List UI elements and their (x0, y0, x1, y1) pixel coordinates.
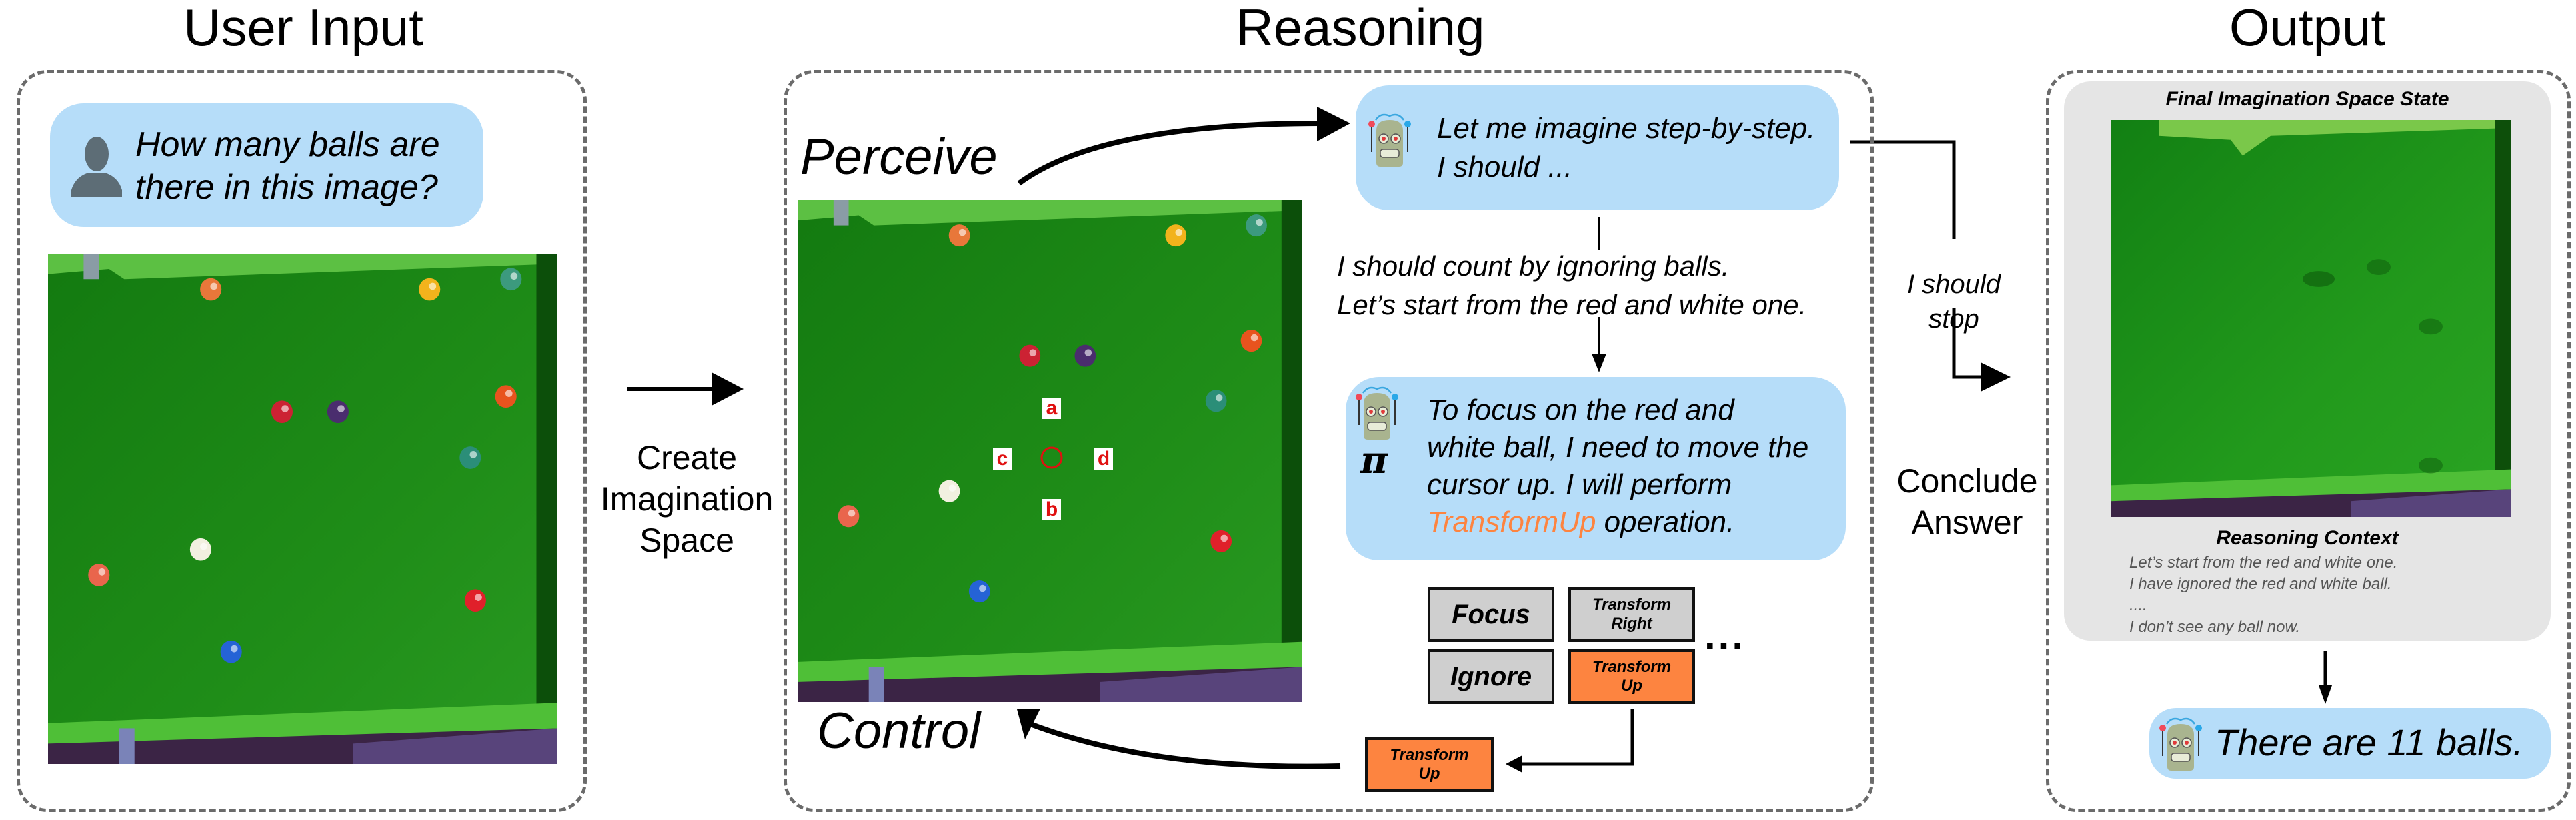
create-space-label-line: Space (639, 522, 734, 559)
pool-ball (500, 268, 522, 291)
robot-icon (2159, 717, 2202, 771)
pool-ball (189, 538, 211, 561)
imagination-space-image: a b c d (798, 200, 1302, 702)
op-transform-right: Transform Right (1568, 587, 1695, 642)
question-bubble: How many balls are there in this image? (50, 103, 483, 227)
reasoning-bubble-2-line: TransformUp operation. (1427, 504, 1808, 541)
reasoning-bubble-1-line: I should ... (1437, 151, 1573, 183)
pool-ball (220, 640, 242, 663)
pool-ball-highlight (429, 282, 437, 290)
create-space-label: Create Imagination Space (587, 437, 787, 561)
pool-ball-highlight (210, 282, 218, 290)
op-label: Up (1418, 765, 1440, 783)
stop-label-line: stop (1928, 304, 1979, 334)
op-label: Right (1611, 614, 1652, 633)
cursor-label-down: b (1042, 499, 1061, 520)
conclude-label-line: Conclude (1896, 462, 2038, 500)
conclude-label-line: Answer (1911, 504, 2023, 541)
pool-ball-highlight (98, 568, 106, 576)
reasoning-bubble-2: π To focus on the red and white ball, I … (1346, 377, 1846, 560)
chosen-op-transform-up: Transform Up (1365, 737, 1494, 792)
pool-ball-highlight (230, 645, 238, 653)
question-text: How many balls are there in this image? (135, 123, 440, 209)
pool-table-illustration (48, 254, 557, 764)
reasoning-narration: I should count by ignoring balls. Let’s … (1337, 247, 1806, 324)
answer-text: There are 11 balls. (2215, 721, 2523, 763)
pool-ball (464, 589, 486, 612)
cursor-marker (1040, 446, 1063, 469)
pool-ball (327, 400, 349, 423)
pool-ball (459, 446, 481, 469)
reasoning-bubble-1-text: Let me imagine step-by-step. I should ..… (1437, 109, 1815, 187)
question-line: there in this image? (135, 168, 438, 207)
final-state-title: Final Imagination Space State (2165, 88, 2449, 110)
op-label: Up (1621, 677, 1642, 695)
pool-ball-highlight (200, 542, 207, 550)
context-line: I have ignored the red and white ball. (2129, 575, 2392, 593)
section-title-output: Output (2229, 0, 2386, 57)
pool-ball-highlight (505, 390, 513, 397)
reasoning-bubble-2-line: cursor up. I will perform (1427, 468, 1732, 501)
create-space-label-line: Imagination (600, 480, 774, 518)
op-focus: Focus (1428, 587, 1554, 642)
operation-tail: operation. (1596, 506, 1735, 538)
reasoning-narration-line: I should count by ignoring balls. (1337, 250, 1730, 282)
op-label: Ignore (1450, 661, 1532, 691)
conclude-label: Conclude Answer (1874, 460, 2061, 543)
pool-ball-highlight (281, 405, 289, 412)
section-title-user-input: User Input (183, 0, 423, 57)
final-imagination-image (2111, 120, 2511, 517)
question-line: How many balls are (135, 125, 440, 164)
op-ignore: Ignore (1428, 649, 1554, 704)
reasoning-narration-line: Let’s start from the red and white one. (1337, 289, 1807, 320)
reasoning-bubble-2-line: white ball, I need to move the (1427, 431, 1809, 464)
pool-ball (419, 278, 441, 301)
op-label: Transform (1592, 658, 1672, 676)
user-silhouette-icon (71, 137, 122, 197)
more-ops-ellipsis: ... (1704, 613, 1746, 658)
op-transform-up-selected: Transform Up (1568, 649, 1695, 704)
input-pool-image (48, 254, 557, 764)
context-line: I don’t see any ball now. (2129, 618, 2301, 636)
context-line: .... (2129, 596, 2147, 614)
pool-ball (495, 385, 517, 408)
robot-icon (1356, 386, 1398, 440)
pool-ball (200, 278, 222, 301)
reasoning-bubble-1: Let me imagine step-by-step. I should ..… (1356, 85, 1839, 210)
pool-ball (271, 400, 293, 423)
cursor-label-up: a (1042, 398, 1061, 419)
context-line: Let’s start from the red and white one. (2129, 554, 2398, 572)
cursor-label-left: c (993, 448, 1012, 470)
perceive-label: Perceive (800, 129, 998, 185)
op-label: Transform (1390, 746, 1469, 764)
stop-label-line: I should (1906, 270, 2001, 299)
empty-pool-table-illustration (2111, 120, 2511, 517)
reasoning-bubble-1-line: Let me imagine step-by-step. (1437, 112, 1816, 145)
pool-ball-highlight (469, 451, 477, 458)
stop-label: I should stop (1887, 267, 2021, 336)
pool-ball (88, 564, 110, 586)
op-label: Focus (1452, 599, 1530, 629)
create-space-label-line: Create (636, 439, 738, 476)
section-title-reasoning: Reasoning (1236, 0, 1485, 57)
reasoning-context-text: Let’s start from the red and white one. … (2129, 552, 2397, 638)
reasoning-bubble-2-line: To focus on the red and (1427, 394, 1734, 426)
answer-bubble: There are 11 balls. (2149, 708, 2551, 779)
cursor-circle (1040, 446, 1063, 469)
operation-highlight: TransformUp (1427, 506, 1596, 538)
final-state-card: Final Imagination Space State Reasoning … (2064, 81, 2551, 641)
policy-pi-symbol: π (1360, 438, 1388, 482)
pool-ball-highlight (337, 405, 345, 412)
reasoning-bubble-2-text: To focus on the red and white ball, I ne… (1427, 392, 1808, 541)
pool-ball-highlight (510, 272, 518, 280)
cursor-label-right: d (1094, 448, 1113, 470)
op-label: Transform (1592, 596, 1672, 614)
create-space-arrow (627, 372, 744, 406)
control-label: Control (817, 703, 980, 759)
robot-icon (1368, 113, 1411, 167)
pool-ball-highlight (475, 594, 482, 601)
reasoning-context-title: Reasoning Context (2216, 527, 2399, 549)
